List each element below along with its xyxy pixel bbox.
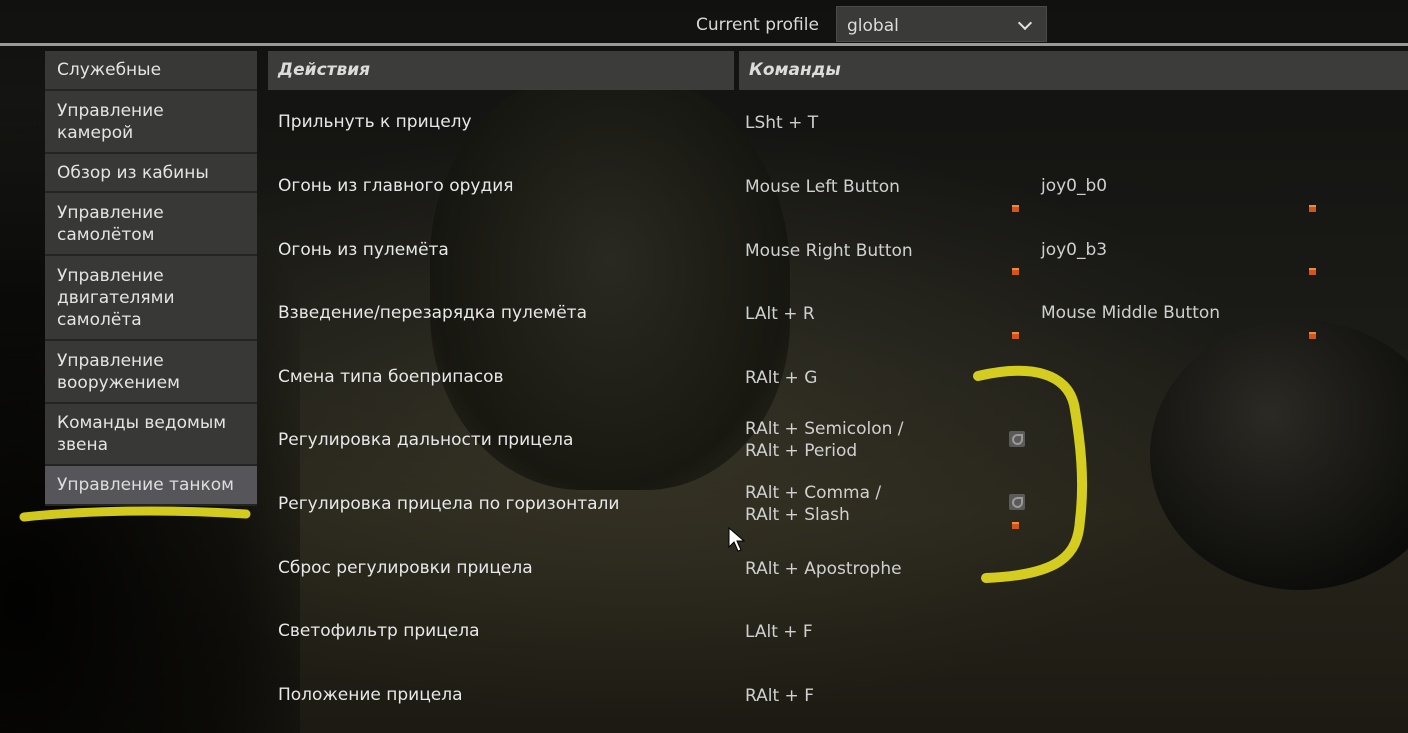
divider [0,43,1408,46]
sidebar-item-label: Обзор из кабины [57,162,209,183]
profile-dropdown[interactable]: global [836,6,1047,42]
sidebar-item-label: Управление танком [57,475,234,495]
profile-label: Current profile [696,15,819,35]
sidebar-item-label: Управление двигателями самолёта [57,265,175,330]
column-header-commands: Команды [739,51,1408,90]
action-label: Регулировка дальности прицела [278,430,574,450]
primary-command[interactable]: Mouse Right Button [745,240,913,262]
sidebar-item-label: Управление камерой [57,100,164,143]
action-label: Регулировка прицела по горизонтали [278,494,620,514]
primary-command[interactable]: RAlt + Semicolon / RAlt + Period [745,418,904,462]
remove-binding-icon[interactable] [1309,268,1316,275]
action-label: Положение прицела [278,685,463,705]
chevron-down-icon [1017,15,1033,31]
secondary-command[interactable]: Mouse Middle Button [1041,303,1220,323]
remove-binding-icon[interactable] [1309,332,1316,339]
sidebar-item-engines[interactable]: Управление двигателями самолёта [45,256,257,341]
binding-row[interactable]: Регулировка прицела по горизонтали RAlt … [268,473,1408,537]
profile-dropdown-value: global [847,16,899,36]
sidebar-item-cockpit-view[interactable]: Обзор из кабины [45,154,257,193]
secondary-command[interactable]: joy0_b3 [1041,240,1107,260]
primary-command[interactable]: LAlt + R [745,303,815,325]
binding-row[interactable]: Светофильтр прицела LAlt + F [268,600,1408,664]
action-label: Смена типа боеприпасов [278,367,504,387]
axis-icon[interactable] [1009,431,1025,447]
sidebar-item-label: Управление самолётом [57,202,164,245]
sidebar-item-label: Команды ведомым звена [57,413,227,455]
binding-row[interactable]: Прильнуть к прицелу LSht + T [268,90,1408,154]
axis-icon[interactable] [1009,494,1025,510]
primary-command[interactable]: LSht + T [745,112,818,134]
remove-binding-icon[interactable] [1012,522,1019,529]
column-header-actions: Действия [268,51,734,90]
sidebar-item-wingmen[interactable]: Команды ведомым звена [45,404,257,466]
sidebar-item-label: Служебные [57,60,162,80]
sidebar-item-aircraft[interactable]: Управление самолётом [45,193,257,256]
sidebar-item-service[interactable]: Служебные [45,51,257,91]
binding-row[interactable]: Сброс регулировки прицела RAlt + Apostro… [268,537,1408,601]
remove-binding-icon[interactable] [1012,268,1019,275]
binding-row[interactable]: Взведение/перезарядка пулемёта LAlt + R … [268,281,1408,345]
action-label: Огонь из главного орудия [278,176,514,196]
sidebar-item-weapons[interactable]: Управление вооружением [45,341,257,404]
primary-command[interactable]: RAlt + G [745,367,817,389]
action-label: Светофильтр прицела [278,621,480,641]
binding-row[interactable]: Огонь из пулемёта Mouse Right Button joy… [268,218,1408,282]
sidebar-item-camera[interactable]: Управление камерой [45,91,257,154]
action-label: Взведение/перезарядка пулемёта [278,303,587,323]
binding-row[interactable]: Смена типа боеприпасов RAlt + G [268,345,1408,409]
action-label: Сброс регулировки прицела [278,558,533,578]
remove-binding-icon[interactable] [1012,205,1019,212]
action-label: Прильнуть к прицелу [278,112,472,132]
binding-row[interactable]: Огонь из главного орудия Mouse Left Butt… [268,154,1408,218]
primary-command[interactable]: RAlt + Apostrophe [745,558,902,580]
binding-row[interactable]: Регулировка дальности прицела RAlt + Sem… [268,409,1408,473]
sidebar-item-label: Управление вооружением [57,350,180,393]
secondary-command[interactable]: joy0_b0 [1041,176,1107,196]
primary-command[interactable]: Mouse Left Button [745,176,900,198]
category-sidebar: Служебные Управление камерой Обзор из ка… [45,51,257,506]
binding-row[interactable]: Положение прицела RAlt + F [268,664,1408,728]
remove-binding-icon[interactable] [1309,205,1316,212]
top-bar: Current profile global [0,0,1408,42]
sidebar-item-tank[interactable]: Управление танком [45,466,257,506]
action-label: Огонь из пулемёта [278,240,449,260]
primary-command[interactable]: RAlt + Comma / RAlt + Slash [745,482,881,526]
primary-command[interactable]: LAlt + F [745,621,813,643]
primary-command[interactable]: RAlt + F [745,685,814,707]
remove-binding-icon[interactable] [1012,332,1019,339]
mouse-cursor-icon [728,527,746,552]
